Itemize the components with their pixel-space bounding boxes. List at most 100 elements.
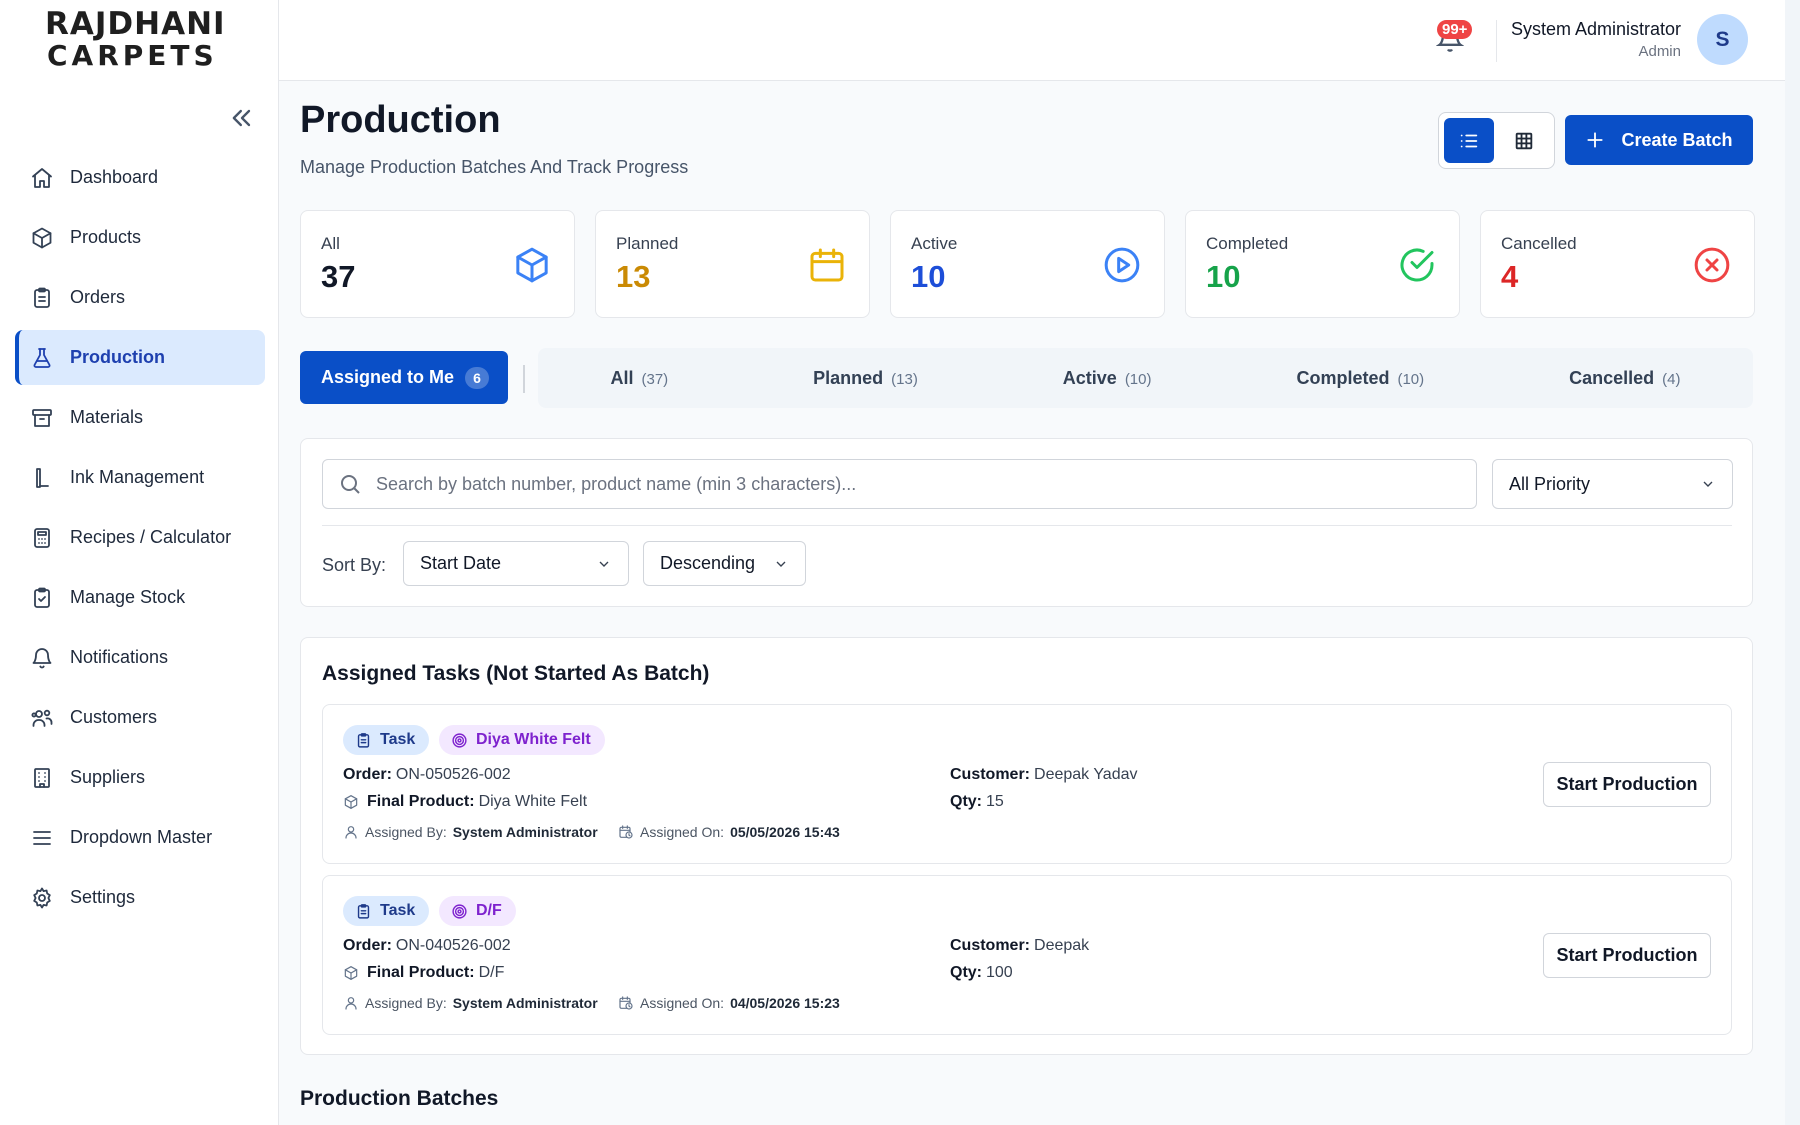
clipboard-icon <box>355 903 372 920</box>
priority-value: All Priority <box>1509 473 1591 494</box>
final-product-row: Final Product: D/F <box>343 964 504 982</box>
sidebar-item-customers[interactable]: Customers <box>15 690 265 745</box>
collapse-sidebar-icon[interactable] <box>228 104 256 132</box>
home-icon <box>30 166 54 190</box>
order-label: Order: <box>343 937 392 954</box>
stat-card-all[interactable]: All 37 <box>300 210 575 318</box>
sidebar-item-dashboard[interactable]: Dashboard <box>15 150 265 205</box>
tab-active[interactable]: Active (10) <box>1063 368 1152 389</box>
assigned-by-label: Assigned By: <box>365 824 447 840</box>
tab-planned[interactable]: Planned (13) <box>813 368 918 389</box>
sidebar-item-production[interactable]: Production <box>15 330 265 385</box>
tab-completed[interactable]: Completed (10) <box>1296 368 1424 389</box>
gear-icon <box>30 886 54 910</box>
sidebar-item-label: Manage Stock <box>70 587 186 607</box>
final-product-label: Final Product: <box>367 964 475 981</box>
sidebar-item-suppliers[interactable]: Suppliers <box>15 750 265 805</box>
sidebar-item-dropdown-master[interactable]: Dropdown Master <box>15 810 265 865</box>
order-row: Order: ON-050526-002 <box>343 766 511 784</box>
sidebar-nav: Dashboard Products Orders Production Materia… <box>15 150 265 930</box>
calculator-icon <box>30 526 54 550</box>
grid-view-button[interactable] <box>1499 118 1549 163</box>
task-card: Task Diya White Felt Order: ON-050526-002 Fi… <box>322 704 1732 864</box>
stat-card-cancelled[interactable]: Cancelled 4 <box>1480 210 1755 318</box>
stat-value: 10 <box>1206 259 1241 294</box>
tab-cancelled[interactable]: Cancelled (4) <box>1569 368 1680 389</box>
sort-order-select[interactable]: Descending <box>643 541 806 586</box>
task-tag-label: Task <box>380 902 416 919</box>
stat-card-active[interactable]: Active 10 <box>890 210 1165 318</box>
assigned-by-value: System Administrator <box>452 824 598 840</box>
product-tag: D/F <box>439 896 516 926</box>
tab-label: All <box>610 367 634 388</box>
tab-count: (37) <box>641 370 669 388</box>
avatar[interactable]: S <box>1697 14 1748 65</box>
bell-icon <box>30 646 54 670</box>
archive-icon <box>30 406 54 430</box>
final-product-value: D/F <box>478 964 505 981</box>
menu-icon <box>30 826 54 850</box>
assigned-tasks-section: Assigned Tasks (Not Started As Batch) Ta… <box>300 637 1753 1055</box>
stat-label: Active <box>911 234 958 253</box>
table-grid-icon <box>1515 132 1533 149</box>
search-input[interactable] <box>376 473 1456 495</box>
page-title: Production <box>300 99 501 141</box>
stat-card-completed[interactable]: Completed 10 <box>1185 210 1460 318</box>
sidebar-item-manage-stock[interactable]: Manage Stock <box>15 570 265 625</box>
users-icon <box>30 706 54 730</box>
priority-select[interactable]: All Priority <box>1492 459 1733 509</box>
final-product-row: Final Product: Diya White Felt <box>343 793 587 811</box>
assigned-on-value: 05/05/2026 15:43 <box>730 824 840 840</box>
start-production-button[interactable]: Start Production <box>1543 933 1711 978</box>
page-subtitle: Manage Production Batches And Track Prog… <box>300 157 689 177</box>
calendar-clock-icon <box>618 995 634 1011</box>
page-scrollbar[interactable] <box>1785 0 1800 1125</box>
sidebar-item-notifications[interactable]: Notifications <box>15 630 265 685</box>
sidebar-item-ink-management[interactable]: Ink Management <box>15 450 265 505</box>
list-view-button[interactable] <box>1444 118 1494 163</box>
qty-row: Qty: 15 <box>950 793 1004 811</box>
brand-line-1: RAJDHANI <box>45 6 226 42</box>
sidebar-item-label: Orders <box>70 287 126 307</box>
sort-field-select[interactable]: Start Date <box>403 541 629 586</box>
notification-count-badge: 99+ <box>1437 20 1473 39</box>
target-icon <box>451 732 468 749</box>
sidebar-item-label: Recipes / Calculator <box>70 527 232 547</box>
clipboard-icon <box>355 732 372 749</box>
tab-divider <box>523 365 525 393</box>
product-tag-label: D/F <box>476 902 502 919</box>
create-batch-button[interactable]: Create Batch <box>1565 115 1753 165</box>
sidebar-item-label: Settings <box>70 887 136 907</box>
brand-logo[interactable]: RAJDHANI CARPETS <box>45 8 226 72</box>
list-icon <box>1460 134 1478 147</box>
sidebar-item-recipes-calculator[interactable]: Recipes / Calculator <box>15 510 265 565</box>
task-card: Task D/F Order: ON-040526-002 Final Product:… <box>322 875 1732 1035</box>
sidebar-item-label: Notifications <box>70 647 169 667</box>
chevron-down-icon <box>776 561 786 567</box>
sidebar-item-orders[interactable]: Orders <box>15 270 265 325</box>
sidebar-item-materials[interactable]: Materials <box>15 390 265 445</box>
main-content: Production Manage Production Batches And… <box>279 81 1785 1125</box>
check-circle-icon <box>1397 245 1437 285</box>
assigned-to-me-button[interactable]: Assigned to Me 6 <box>300 351 508 404</box>
sidebar-item-settings[interactable]: Settings <box>15 870 265 925</box>
qty-label: Qty: <box>950 793 982 810</box>
box-icon <box>343 965 359 981</box>
tab-all[interactable]: All (37) <box>610 368 668 389</box>
sidebar-item-label: Suppliers <box>70 767 146 787</box>
ink-icon <box>30 466 54 490</box>
qty-value: 100 <box>986 964 1013 981</box>
stat-value: 13 <box>616 259 651 294</box>
assigned-on-row: Assigned On: 05/05/2026 15:43 <box>618 824 840 840</box>
play-circle-icon <box>1102 245 1142 285</box>
tab-count: (10) <box>1124 370 1152 388</box>
assigned-by-value: System Administrator <box>452 995 598 1011</box>
customer-value: Deepak Yadav <box>1034 766 1138 783</box>
tab-label: Planned <box>813 367 884 388</box>
start-production-button[interactable]: Start Production <box>1543 762 1711 807</box>
building-icon <box>30 766 54 790</box>
tab-count: (10) <box>1397 370 1425 388</box>
stat-card-planned[interactable]: Planned 13 <box>595 210 870 318</box>
user-name: System Administrator <box>1510 19 1681 39</box>
sidebar-item-products[interactable]: Products <box>15 210 265 265</box>
